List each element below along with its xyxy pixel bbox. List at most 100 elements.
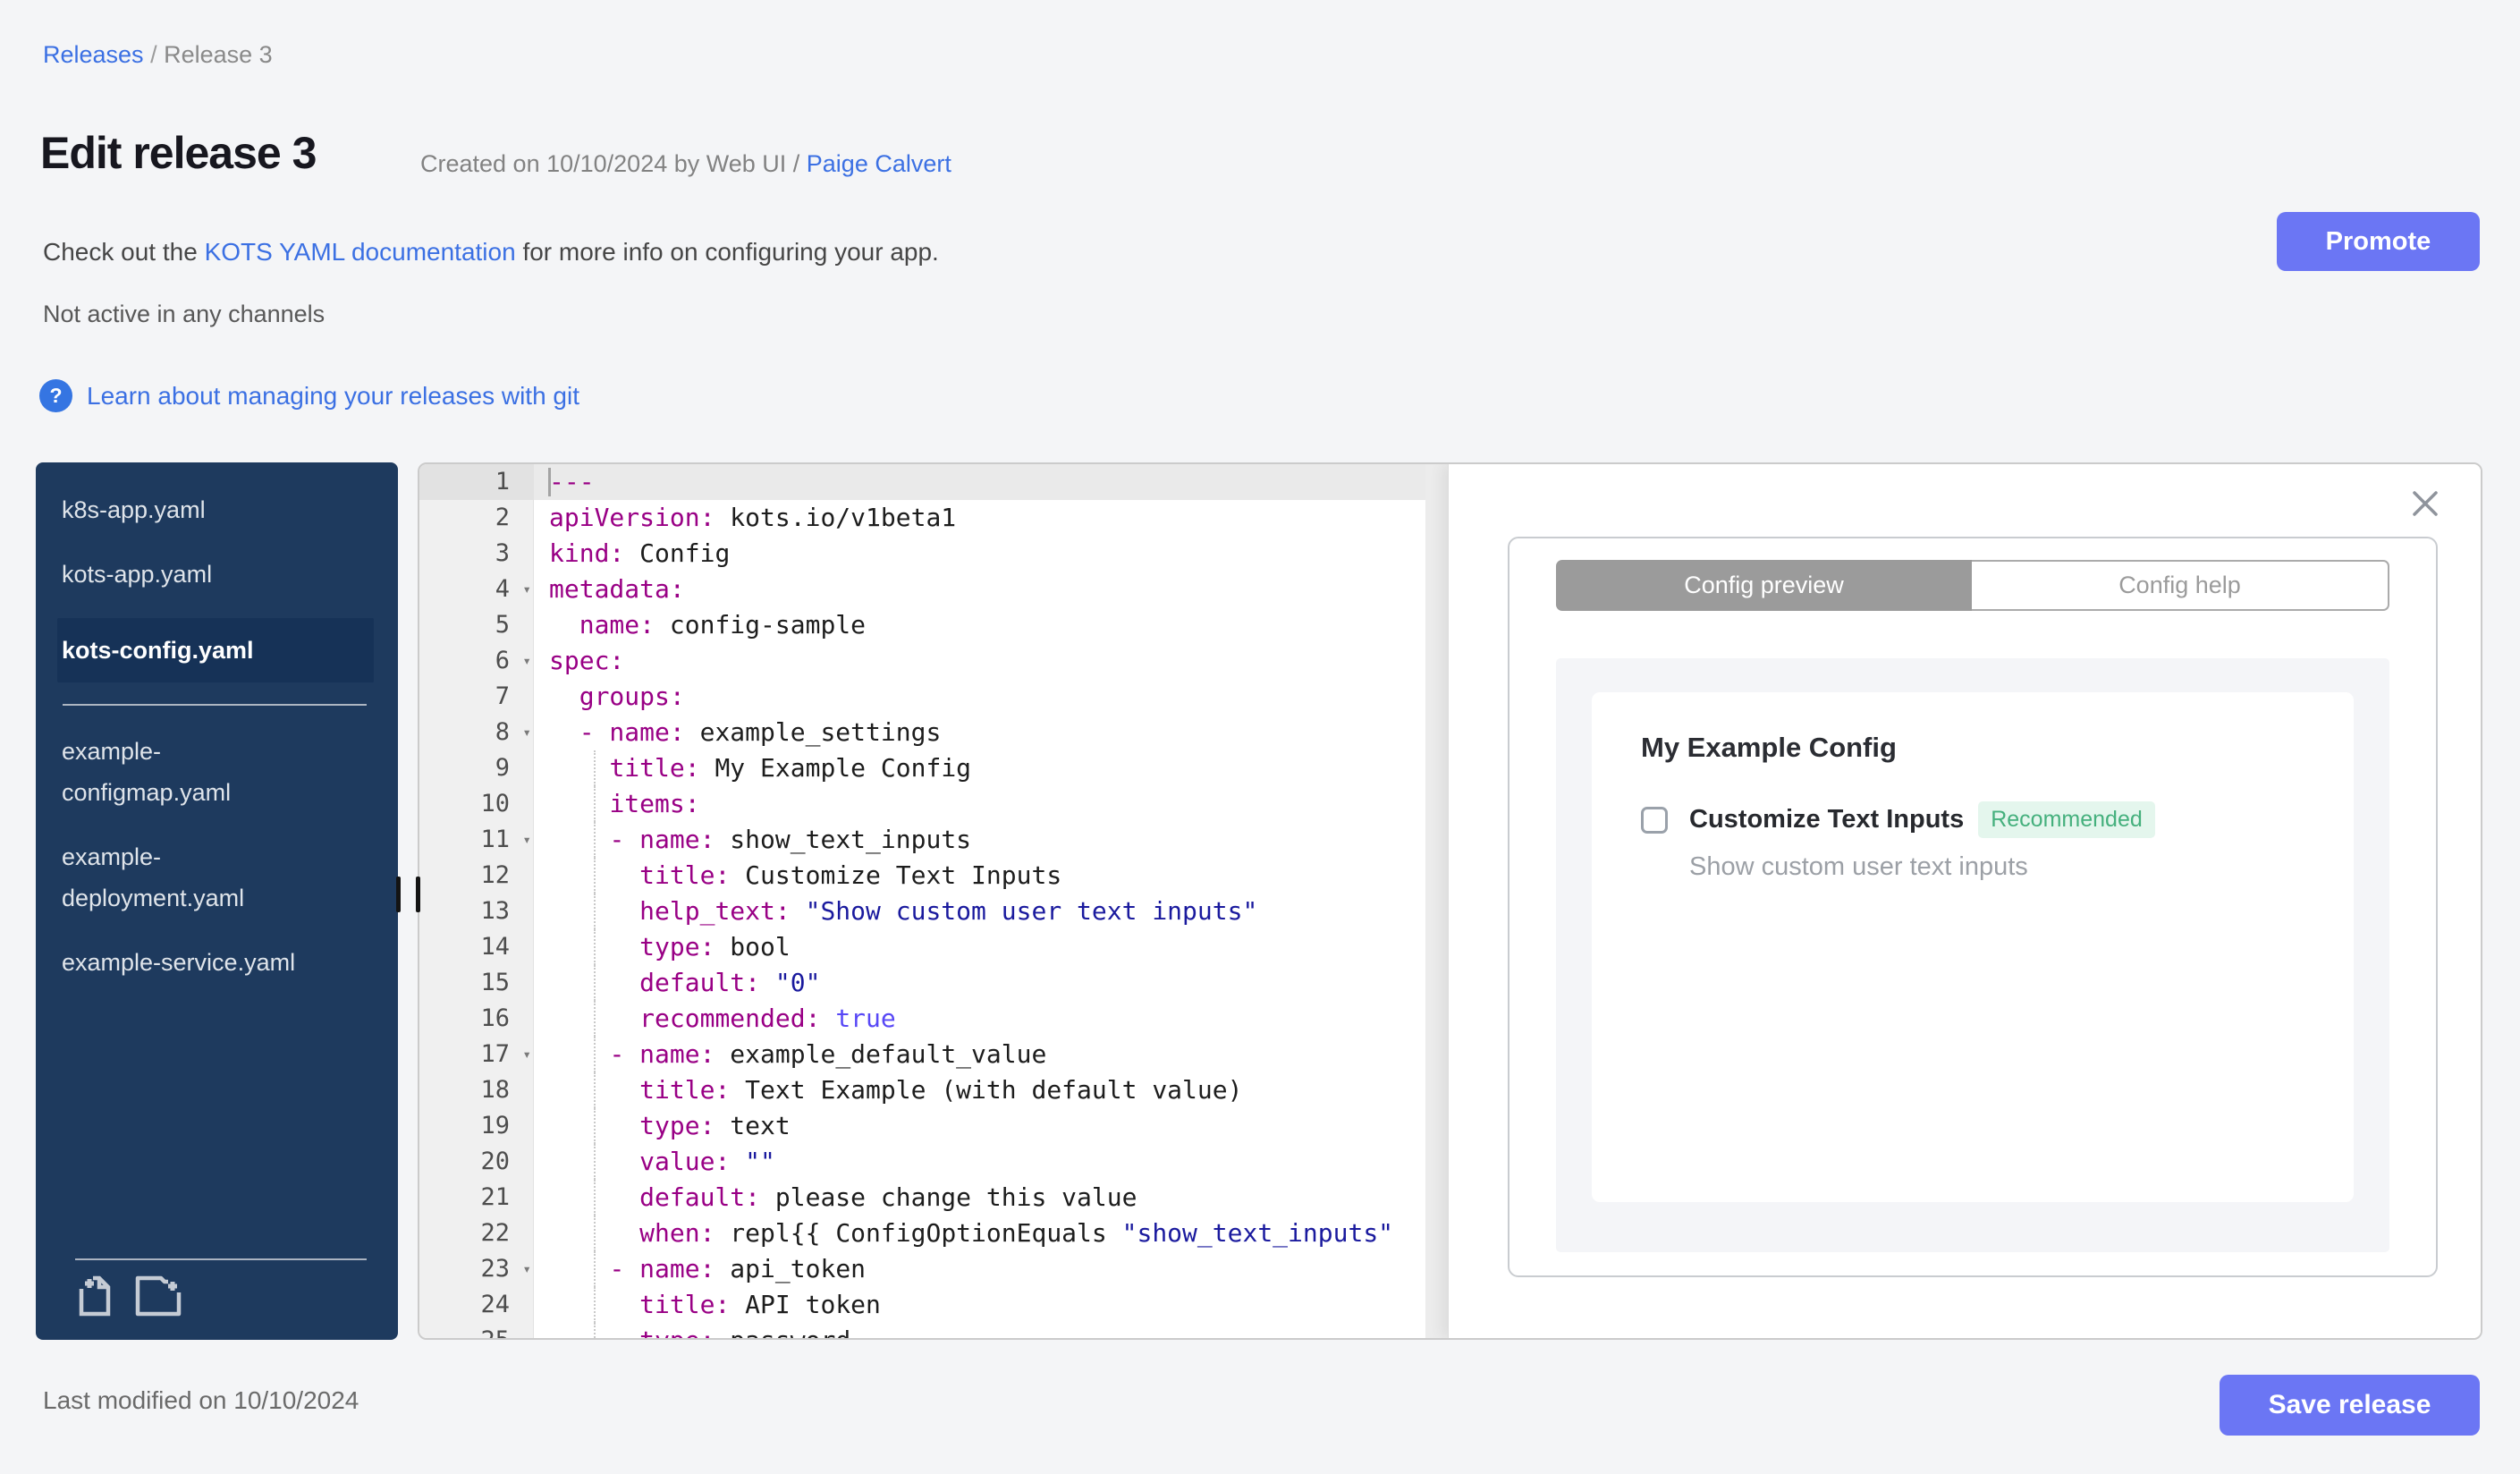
author-link[interactable]: Paige Calvert [807, 150, 951, 177]
git-releases-link[interactable]: Learn about managing your releases with … [87, 382, 579, 411]
editor-line-11[interactable]: 11 ▾ - name: show_text_inputs [419, 822, 1448, 858]
code-text[interactable]: - name: api_token [534, 1251, 1448, 1287]
editor-line-8[interactable]: 8 ▾ - name: example_settings [419, 715, 1448, 750]
editor-line-21[interactable]: 21 default: please change this value [419, 1180, 1448, 1216]
line-number: 18 [419, 1072, 534, 1108]
save-release-button[interactable]: Save release [2220, 1375, 2480, 1436]
code-text[interactable]: help_text: "Show custom user text inputs… [534, 894, 1448, 929]
kots-yaml-docs-link[interactable]: KOTS YAML documentation [205, 238, 516, 266]
fold-arrow-icon[interactable]: ▾ [522, 1251, 531, 1287]
code-text[interactable]: apiVersion: kots.io/v1beta1 [534, 500, 1448, 536]
code-text[interactable]: type: text [534, 1108, 1448, 1144]
code-text[interactable]: - name: example_default_value [534, 1037, 1448, 1072]
file-item-example-deployment.yaml[interactable]: example-deployment.yaml [62, 836, 374, 919]
editor-line-20[interactable]: 20 value: "" [419, 1144, 1448, 1180]
config-preview-area: My Example Config Customize Text Inputs … [1556, 658, 2389, 1252]
editor-line-13[interactable]: 13 help_text: "Show custom user text inp… [419, 894, 1448, 929]
editor-line-2[interactable]: 2 apiVersion: kots.io/v1beta1 [419, 500, 1448, 536]
file-item-example-service.yaml[interactable]: example-service.yaml [62, 942, 374, 983]
editor-line-17[interactable]: 17 ▾ - name: example_default_value [419, 1037, 1448, 1072]
code-text[interactable]: recommended: true [534, 1001, 1448, 1037]
tab-config-preview[interactable]: Config preview [1556, 560, 1972, 611]
editor-line-23[interactable]: 23 ▾ - name: api_token [419, 1251, 1448, 1287]
file-item-example-configmap.yaml[interactable]: example-configmap.yaml [62, 731, 374, 813]
indent-guide [594, 1072, 596, 1108]
file-item-k8s-app.yaml[interactable]: k8s-app.yaml [62, 489, 374, 530]
code-text[interactable]: groups: [534, 679, 1448, 715]
code-text[interactable]: title: API token [534, 1287, 1448, 1323]
editor-line-14[interactable]: 14 type: bool [419, 929, 1448, 965]
editor-line-25[interactable]: 25 type: password [419, 1323, 1448, 1338]
fold-arrow-icon[interactable]: ▾ [522, 822, 531, 858]
code-text[interactable]: type: password [534, 1323, 1448, 1338]
code-text[interactable]: --- [534, 464, 1448, 500]
code-text[interactable]: - name: example_settings [534, 715, 1448, 750]
code-text[interactable]: - name: show_text_inputs [534, 822, 1448, 858]
config-item-label[interactable]: Customize Text Inputs [1689, 805, 1964, 834]
code-text[interactable]: when: repl{{ ConfigOptionEquals "show_te… [534, 1216, 1448, 1251]
fold-arrow-icon[interactable]: ▾ [522, 572, 531, 607]
editor-line-19[interactable]: 19 type: text [419, 1108, 1448, 1144]
code-text[interactable]: items: [534, 786, 1448, 822]
editor-line-12[interactable]: 12 title: Customize Text Inputs [419, 858, 1448, 894]
close-icon[interactable] [2411, 489, 2440, 518]
code-editor[interactable]: 1 --- 2 apiVersion: kots.io/v1beta1 3 kind: C… [418, 462, 2482, 1340]
promote-button[interactable]: Promote [2277, 212, 2480, 271]
line-number: 10 [419, 786, 534, 822]
fold-arrow-icon[interactable]: ▾ [522, 643, 531, 679]
code-text[interactable]: title: My Example Config [534, 750, 1448, 786]
code-text[interactable]: name: config-sample [534, 607, 1448, 643]
indent-guide [594, 1216, 596, 1251]
code-text[interactable]: title: Customize Text Inputs [534, 858, 1448, 894]
file-item-kots-app.yaml[interactable]: kots-app.yaml [62, 554, 374, 595]
editor-line-15[interactable]: 15 default: "0" [419, 965, 1448, 1001]
editor-line-5[interactable]: 5 name: config-sample [419, 607, 1448, 643]
line-number: 24 [419, 1287, 534, 1323]
sidebar-footer [36, 1258, 398, 1340]
file-item-kots-config.yaml[interactable]: kots-config.yaml [57, 618, 374, 682]
new-file-icon[interactable] [75, 1275, 114, 1322]
indent-guide [594, 1037, 596, 1072]
code-text[interactable]: kind: Config [534, 536, 1448, 572]
editor-line-24[interactable]: 24 title: API token [419, 1287, 1448, 1323]
breadcrumb-current: Release 3 [164, 41, 273, 68]
code-text[interactable]: default: please change this value [534, 1180, 1448, 1216]
indent-guide [594, 822, 596, 858]
editor-line-3[interactable]: 3 kind: Config [419, 536, 1448, 572]
editor-line-4[interactable]: 4 ▾ metadata: [419, 572, 1448, 607]
editor-line-6[interactable]: 6 ▾ spec: [419, 643, 1448, 679]
editor-line-7[interactable]: 7 groups: [419, 679, 1448, 715]
code-text[interactable]: default: "0" [534, 965, 1448, 1001]
code-text[interactable]: type: bool [534, 929, 1448, 965]
tab-config-help[interactable]: Config help [1972, 560, 2389, 611]
breadcrumb-separator: / [143, 41, 165, 68]
fold-arrow-icon[interactable]: ▾ [522, 1037, 531, 1072]
new-folder-icon[interactable] [134, 1275, 186, 1322]
line-number: 23 ▾ [419, 1251, 534, 1287]
customize-text-inputs-checkbox[interactable] [1641, 806, 1668, 834]
indent-guide [594, 858, 596, 894]
breadcrumb-releases-link[interactable]: Releases [43, 41, 144, 68]
editor-line-18[interactable]: 18 title: Text Example (with default val… [419, 1072, 1448, 1108]
config-group-title: My Example Config [1641, 732, 1897, 763]
file-list: k8s-app.yaml kots-app.yaml kots-config.yam… [36, 489, 398, 1006]
code-text[interactable]: spec: [534, 643, 1448, 679]
editor-line-10[interactable]: 10 items: [419, 786, 1448, 822]
editor-line-22[interactable]: 22 when: repl{{ ConfigOptionEquals "show… [419, 1216, 1448, 1251]
sidebar-resize-handle-bar[interactable] [416, 877, 420, 912]
editor-line-9[interactable]: 9 title: My Example Config [419, 750, 1448, 786]
editor-line-16[interactable]: 16 recommended: true [419, 1001, 1448, 1037]
docs-hint-pre: Check out the [43, 238, 205, 266]
fold-arrow-icon[interactable]: ▾ [522, 715, 531, 750]
sidebar-resize-handle-bar[interactable] [396, 877, 401, 912]
line-number: 20 [419, 1144, 534, 1180]
editor-scrollbar[interactable] [1425, 464, 1448, 1338]
indent-guide [594, 1287, 596, 1323]
line-number: 12 [419, 858, 534, 894]
last-modified-text: Last modified on 10/10/2024 [43, 1386, 359, 1414]
code-text[interactable]: metadata: [534, 572, 1448, 607]
code-text[interactable]: value: "" [534, 1144, 1448, 1180]
editor-line-1[interactable]: 1 --- [419, 464, 1448, 500]
line-number: 6 ▾ [419, 643, 534, 679]
code-text[interactable]: title: Text Example (with default value) [534, 1072, 1448, 1108]
